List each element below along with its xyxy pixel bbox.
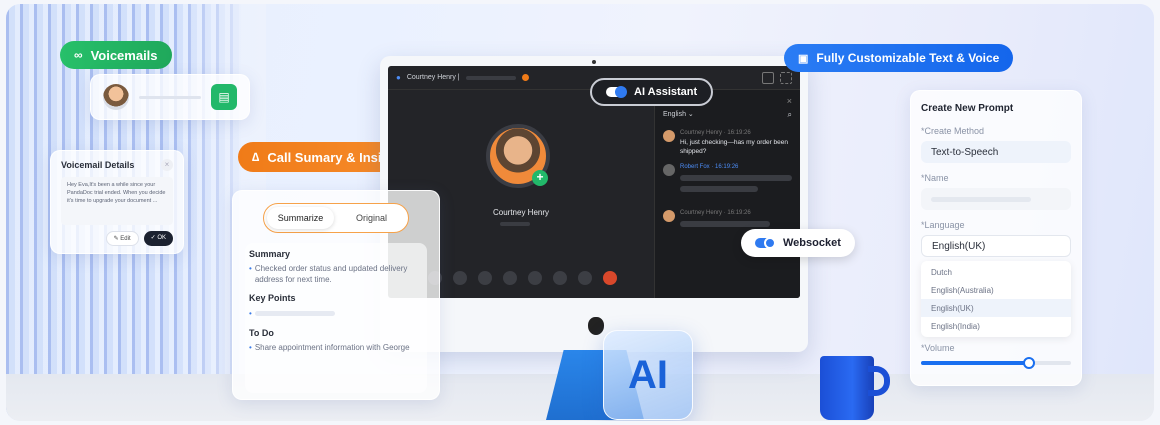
name-field[interactable] [921, 188, 1071, 210]
tab-summarize[interactable]: Summarize [267, 207, 334, 229]
hang-up-button[interactable] [603, 271, 617, 285]
ok-button[interactable]: ✓ OK [143, 231, 173, 246]
summary-body: Summary • Checked order status and update… [245, 243, 427, 393]
volume-slider[interactable] [921, 357, 1071, 369]
message-time: 16:19:26 [727, 210, 751, 216]
message-sender: Robert Fox [680, 164, 710, 170]
avatar [103, 84, 129, 110]
summary-text-value: Checked order status and updated deliver… [254, 264, 408, 284]
voicemail-details-card: Voicemail Details × Hey Eva,It's been a … [50, 150, 184, 254]
todo-heading: To Do [249, 328, 274, 338]
ai-badge-label: AI [628, 352, 668, 397]
websocket-label: Websocket [783, 237, 841, 249]
create-prompt-card: Create New Prompt *Create Method Text-to… [910, 90, 1082, 386]
avatar [663, 130, 675, 142]
voicemail-details-title: Voicemail Details [61, 160, 135, 170]
pause-button[interactable] [478, 271, 492, 285]
voicemails-label: Voicemails [90, 47, 158, 63]
screenshare-icon[interactable] [762, 71, 774, 84]
coffee-mug [820, 356, 874, 420]
toggle-switch[interactable] [755, 237, 776, 249]
close-chat-icon[interactable]: × [787, 96, 792, 106]
key-points-heading: Key Points [249, 293, 296, 303]
ai-assistant-label: AI Assistant [634, 86, 698, 98]
language-select[interactable]: English ⌄ [663, 110, 694, 120]
message-sender: Courtney Henry [680, 210, 723, 216]
user-icon: ● [396, 73, 401, 82]
chat-message: Courtney Henry · 16:19:26 Hi, just check… [655, 124, 800, 156]
text-voice-icon: ▣ [798, 52, 809, 65]
fullscreen-icon[interactable] [780, 71, 792, 84]
voicemail-player-card: ▤ [90, 74, 250, 120]
chat-message: Courtney Henry · 16:19:26 [655, 192, 800, 227]
insight-icon: ∆ [252, 150, 260, 164]
keypad-button[interactable] [503, 271, 517, 285]
ai-assistant-pill: AI Assistant [590, 78, 714, 106]
transcribe-button[interactable]: ▤ [211, 84, 237, 110]
chat-panel: × English ⌄ ⌕ Courtney Henry · 16:19:26 … [654, 90, 800, 298]
toggle-switch[interactable] [606, 86, 627, 98]
call-summary-card: Summarize Original Summary • Checked orde… [232, 190, 440, 400]
call-controls [428, 271, 617, 285]
language-dropdown: Dutch English(Australia) English(UK) Eng… [921, 261, 1071, 337]
close-icon[interactable]: × [161, 159, 173, 171]
waveform-bar [139, 95, 201, 99]
recording-dot [521, 74, 529, 81]
avatar [663, 164, 675, 176]
message-sender: Courtney Henry [680, 130, 723, 136]
avatar [663, 210, 675, 222]
camera-dot [592, 60, 596, 64]
add-participant-icon[interactable]: + [532, 170, 548, 186]
todo-text: • Share appointment information with Geor… [249, 343, 410, 352]
voicemail-icon: ∞ [74, 48, 83, 62]
language-option-selected[interactable]: English(UK) [921, 299, 1071, 317]
record-button[interactable] [578, 271, 592, 285]
volume-label: *Volume [921, 343, 955, 353]
name-label: *Name [921, 173, 949, 183]
message-time: 16:19:26 [715, 164, 739, 170]
prompt-card-title: Create New Prompt [921, 103, 1014, 114]
language-option[interactable]: English(India) [921, 317, 1071, 335]
customizable-label: Fully Customizable Text & Voice [816, 51, 1000, 65]
customizable-pill: ▣ Fully Customizable Text & Voice [784, 44, 1014, 72]
summary-heading: Summary [249, 249, 291, 259]
summary-tabs: Summarize Original [263, 203, 409, 233]
edit-button[interactable]: ✎ Edit [105, 231, 139, 246]
language-select-value: English [663, 111, 686, 118]
websocket-pill: Websocket [741, 229, 855, 257]
caller-bar-name: Courtney Henry | [406, 74, 460, 81]
mic-button[interactable] [453, 271, 467, 285]
chat-message: Robert Fox · 16:19:26 [655, 156, 800, 192]
apple-logo [588, 317, 604, 335]
summary-text: • Checked order status and updated delive… [249, 263, 423, 285]
method-field[interactable]: Text-to-Speech [921, 141, 1071, 163]
search-icon[interactable]: ⌕ [788, 110, 792, 120]
method-label: *Create Method [921, 126, 985, 136]
hero-scene: ∞ Voicemails ▤ Voicemail Details × Hey E… [6, 4, 1154, 421]
volume-slider-fill [921, 361, 1029, 365]
transfer-button[interactable] [528, 271, 542, 285]
voicemails-pill: ∞ Voicemails [60, 41, 172, 69]
language-field[interactable]: English(UK) [921, 235, 1071, 257]
todo-text-value: Share appointment information with Georg… [254, 343, 410, 352]
message-text: Hi, just checking—has my order been ship… [680, 139, 789, 155]
close-call-button[interactable] [553, 271, 567, 285]
language-option[interactable]: English(Australia) [921, 281, 1071, 299]
volume-slider-thumb[interactable] [1023, 357, 1035, 369]
message-time: 16:19:26 [727, 130, 751, 136]
language-label: *Language [921, 220, 965, 230]
key-point-item: • [249, 309, 423, 318]
ai-badge: AI [603, 330, 693, 420]
language-option[interactable]: Dutch [921, 263, 1071, 281]
tab-original[interactable]: Original [338, 213, 405, 223]
voicemail-message: Hey Eva,It's been a while since your Pan… [61, 177, 173, 225]
document-icon: ▤ [218, 90, 230, 104]
